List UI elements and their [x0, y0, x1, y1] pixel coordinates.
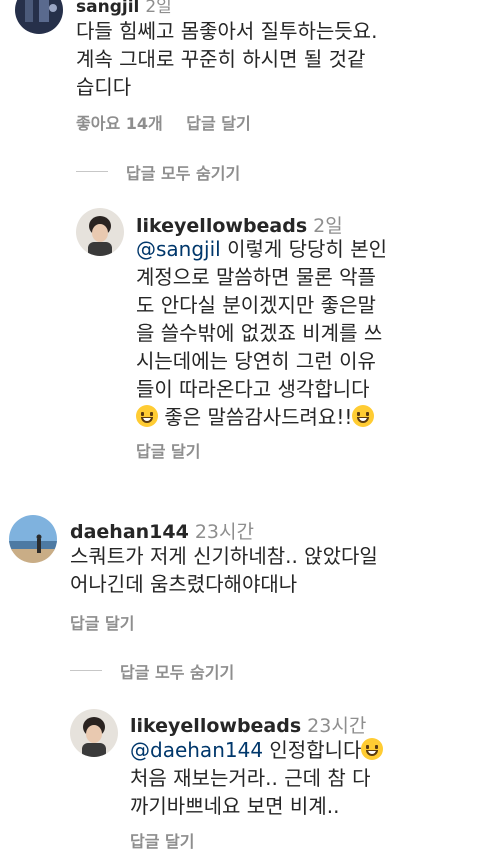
comment-time: 23시간	[194, 521, 254, 543]
reply-text-likeyellowbeads: @sangjil 이렇게 당당히 본인 계정으로 말씀하면 물론 악플 도 안다…	[136, 235, 387, 431]
comment-text-sangjil: 다들 힘쎄고 몸좋아서 질투하는듯요. 계속 그대로 꾸준히 하시면 될 것같 …	[76, 17, 377, 101]
reply-header-likeyellowbeads: likeyellowbeads 23시간	[130, 711, 366, 738]
reply-time: 2일	[313, 215, 343, 237]
username-likeyellowbeads[interactable]: likeyellowbeads	[130, 715, 301, 737]
reply-line: 시는데에는 당연히 그런 이유	[136, 349, 376, 373]
mention-sangjil[interactable]: @sangjil	[136, 237, 221, 261]
reply-button[interactable]: 답글 달기	[130, 832, 194, 851]
reply-header-likeyellowbeads: likeyellowbeads 2일	[136, 211, 343, 238]
reply-text-likeyellowbeads: @daehan144 인정합니다 처음 재보는거라.. 근데 참 다 까기바쁘네…	[130, 736, 384, 820]
hide-replies-button[interactable]: 답글 모두 숨기기	[126, 160, 240, 184]
tears-of-joy-emoji	[361, 738, 384, 760]
username-daehan144[interactable]: daehan144	[70, 521, 189, 543]
comment-line: 다들 힘쎄고 몸좋아서 질투하는듯요.	[76, 19, 378, 43]
comment-text-daehan144: 스쿼트가 저게 신기하네참.. 앉았다일 어나긴데 움츠렸다해야대나	[70, 542, 378, 598]
reply-line: 도 안다실 분이겠지만 좋은말	[136, 293, 376, 317]
username-sangjil[interactable]: sangjil	[76, 0, 139, 17]
comment-actions-sangjil: 좋아요 14개 답글 달기	[76, 110, 251, 134]
reply-line: 좋은 말씀감사드려요!!	[136, 403, 387, 431]
comment-line: 스쿼트가 저게 신기하네참.. 앉았다일	[70, 544, 378, 568]
comment-line: 습디다	[76, 75, 132, 99]
reply-actions: 답글 달기	[136, 438, 200, 462]
grinning-emoji	[352, 405, 375, 427]
reply-line: 처음 재보는거라.. 근데 참 다	[130, 766, 371, 790]
reply-button[interactable]: 답글 달기	[136, 442, 200, 461]
reply-button[interactable]: 답글 달기	[186, 114, 250, 133]
avatar-likeyellowbeads[interactable]	[76, 208, 124, 256]
comment-time: 2일	[145, 0, 172, 17]
hide-replies-divider	[70, 670, 102, 671]
comment-header-daehan144: daehan144 23시간	[70, 517, 254, 544]
likes-count[interactable]: 좋아요 14개	[76, 114, 163, 133]
reply-line: 들이 따라온다고 생각합니다	[136, 377, 370, 401]
hide-replies-divider	[76, 171, 108, 172]
reply-line: 계정으로 말씀하면 물론 악플	[136, 265, 376, 289]
mention-daehan144[interactable]: @daehan144	[130, 738, 263, 762]
reply-line-rest: 좋은 말씀감사드려요!!	[158, 405, 353, 429]
comment-header-sangjil: sangjil 2일	[76, 0, 172, 17]
reply-line-rest: 인정합니다	[263, 738, 362, 762]
avatar-daehan144[interactable]	[9, 515, 57, 563]
comment-actions-daehan144: 답글 달기	[70, 610, 134, 634]
avatar-likeyellowbeads[interactable]	[70, 709, 118, 757]
reply-line: @daehan144 인정합니다	[130, 736, 384, 764]
reply-line-rest: 이렇게 당당히 본인	[220, 237, 387, 261]
comment-line: 어나긴데 움츠렸다해야대나	[70, 572, 298, 596]
comment-line: 계속 그대로 꾸준히 하시면 될 것같	[76, 47, 366, 71]
reply-button[interactable]: 답글 달기	[70, 614, 134, 633]
reply-actions: 답글 달기	[130, 828, 194, 852]
reply-line: @sangjil 이렇게 당당히 본인	[136, 235, 387, 263]
username-likeyellowbeads[interactable]: likeyellowbeads	[136, 215, 307, 237]
hide-replies-button[interactable]: 답글 모두 숨기기	[120, 659, 234, 683]
reply-line: 을 쓸수밖에 없겠죠 비계를 쓰	[136, 321, 383, 345]
tears-of-joy-emoji	[136, 405, 158, 427]
reply-time: 23시간	[307, 715, 367, 737]
avatar-sangjil[interactable]	[15, 0, 63, 34]
reply-line: 까기바쁘네요 보면 비계..	[130, 794, 340, 818]
